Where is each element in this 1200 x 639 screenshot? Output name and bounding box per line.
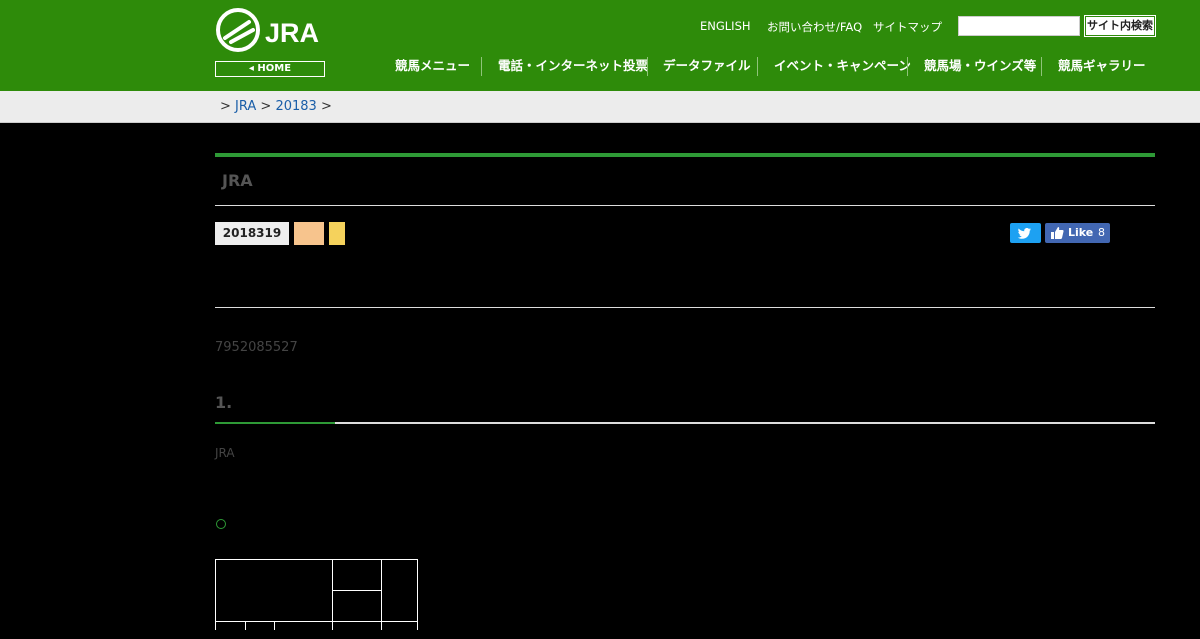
circle-marker-icon xyxy=(216,519,226,529)
sitemap-link[interactable]: サイトマップ xyxy=(873,19,942,35)
site-search-input[interactable] xyxy=(958,16,1080,36)
nav-divider xyxy=(757,57,758,76)
site-header: JRA ◂ HOME ENGLISH お問い合わせ/FAQ サイトマップ サイト… xyxy=(0,0,1200,91)
category-tag xyxy=(294,222,324,245)
divider xyxy=(215,205,1155,206)
nav-data-file[interactable]: データファイル xyxy=(663,57,751,75)
nav-voting[interactable]: 電話・インターネット投票 xyxy=(498,57,648,75)
twitter-icon xyxy=(1017,228,1031,239)
breadcrumb-20183[interactable]: 20183 xyxy=(275,99,316,114)
breadcrumb-jra[interactable]: JRA xyxy=(235,99,256,114)
breadcrumb-separator: > xyxy=(320,99,332,114)
section-rule xyxy=(215,422,1155,424)
breadcrumb: > JRA > 20183 > xyxy=(0,91,1200,123)
breadcrumb-separator: > xyxy=(260,99,272,114)
data-table xyxy=(215,559,418,639)
svg-text:JRA: JRA xyxy=(265,18,319,48)
chevron-left-icon: ◂ xyxy=(248,63,254,74)
title-accent-rule xyxy=(215,153,1155,157)
like-count: 8 xyxy=(1098,226,1105,239)
section-heading: 1. xyxy=(215,393,233,412)
date-badge: 2018319 xyxy=(215,222,289,245)
nav-racecourses[interactable]: 競馬場・ウインズ等 xyxy=(924,57,1036,75)
jra-logo[interactable]: JRA xyxy=(215,8,325,52)
home-label: HOME xyxy=(257,63,292,74)
thumbs-up-icon xyxy=(1051,227,1064,239)
english-link[interactable]: ENGLISH xyxy=(700,19,751,33)
nav-gallery[interactable]: 競馬ギャラリー xyxy=(1058,57,1146,75)
nav-keiba-menu[interactable]: 競馬メニュー xyxy=(395,57,470,75)
nav-divider xyxy=(907,57,908,76)
like-label: Like xyxy=(1068,226,1094,239)
nav-divider xyxy=(647,57,648,76)
contact-faq-link[interactable]: お問い合わせ/FAQ xyxy=(767,19,862,35)
section-rule-accent xyxy=(215,422,335,424)
reference-number: 7952085527 xyxy=(215,340,298,355)
divider xyxy=(215,307,1155,308)
twitter-share-button[interactable] xyxy=(1010,223,1041,243)
category-tag xyxy=(329,222,345,245)
breadcrumb-separator: > xyxy=(220,99,231,114)
nav-divider xyxy=(481,57,482,76)
nav-divider xyxy=(1041,57,1042,76)
body-text: JRA xyxy=(215,446,235,460)
facebook-like-button[interactable]: Like 8 xyxy=(1045,223,1110,243)
page-title: JRA xyxy=(222,171,253,190)
nav-events[interactable]: イベント・キャンペーン xyxy=(774,57,911,75)
home-button[interactable]: ◂ HOME xyxy=(215,61,325,77)
site-search-button[interactable]: サイト内検索 xyxy=(1084,15,1156,37)
